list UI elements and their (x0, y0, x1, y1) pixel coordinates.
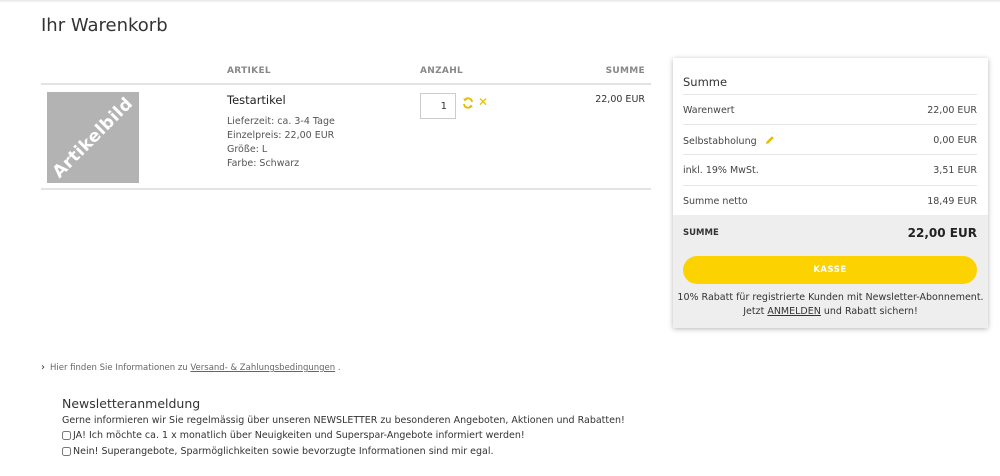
product-image-label: Artikelbild (48, 93, 138, 182)
column-header-article: ARTIKEL (227, 66, 271, 76)
summary-line-value: 22,00 EUR (927, 105, 977, 116)
checkout-button[interactable]: KASSE (683, 256, 977, 284)
newsletter-option-yes[interactable]: JA! Ich möchte ca. 1 x monatlich über Ne… (62, 430, 525, 441)
column-header-sum: SUMME (605, 66, 645, 76)
summary-line-net: Summe netto 18,49 EUR (683, 185, 977, 216)
summary-line-label: inkl. 19% MwSt. (683, 165, 759, 176)
newsletter-no-label: Nein! Superangebote, Sparmöglichkeiten s… (73, 446, 494, 457)
pencil-icon[interactable] (765, 135, 775, 145)
product-unit-price: Einzelpreis: 22,00 EUR (227, 130, 335, 141)
page-title: Ihr Warenkorb (41, 15, 168, 36)
quantity-input[interactable] (420, 93, 456, 119)
summary-line-label: Selbstabholung (683, 136, 757, 147)
info-prefix: Hier finden Sie Informationen zu (50, 363, 191, 373)
summary-line-value: 3,51 EUR (933, 165, 977, 176)
cart-item-row: Artikelbild Testartikel Lieferzeit: ca. … (41, 85, 651, 190)
shipping-info-line: › Hier finden Sie Informationen zu Versan… (41, 362, 341, 373)
product-color: Farbe: Schwarz (227, 158, 300, 169)
column-header-quantity: ANZAHL (420, 66, 464, 76)
summary-title: Summe (683, 75, 728, 89)
newsletter-yes-label: JA! Ich möchte ca. 1 x monatlich über Ne… (73, 430, 525, 441)
summary-line-value: 18,49 EUR (927, 196, 977, 207)
product-size: Größe: L (227, 144, 268, 155)
product-delivery-time: Lieferzeit: ca. 3-4 Tage (227, 116, 335, 127)
summary-line-label: Warenwert (683, 105, 735, 116)
newsletter-yes-checkbox[interactable] (62, 431, 71, 440)
product-name[interactable]: Testartikel (227, 93, 286, 107)
summary-line-shipping: Selbstabholung 0,00 EUR (683, 124, 977, 155)
shipping-terms-link[interactable]: Versand- & Zahlungsbedingungen (190, 363, 335, 373)
promo-prefix: Jetzt (743, 306, 768, 317)
login-link[interactable]: ANMELDEN (767, 306, 821, 317)
summary-line-goods-value: Warenwert 22,00 EUR (683, 94, 977, 125)
chevron-right-icon: › (41, 362, 45, 373)
summary-line-value: 0,00 EUR (933, 135, 977, 146)
product-details: Lieferzeit: ca. 3-4 Tage Einzelpreis: 22… (227, 115, 335, 171)
newsletter-title: Newsletteranmeldung (62, 396, 201, 411)
summary-line-vat: inkl. 19% MwSt. 3,51 EUR (683, 154, 977, 185)
close-icon[interactable]: ✕ (478, 96, 488, 108)
newsletter-no-checkbox[interactable] (62, 447, 71, 456)
info-suffix: . (335, 363, 341, 373)
order-summary-box: Summe Warenwert 22,00 EUR Selbstabholung… (673, 58, 988, 328)
newsletter-description: Gerne informieren wir Sie regelmässig üb… (62, 415, 625, 426)
summary-line-label: Summe netto (683, 196, 748, 207)
top-shadow-line (0, 0, 1000, 3)
product-image-placeholder[interactable]: Artikelbild (47, 92, 139, 183)
summary-total-box: SUMME 22,00 EUR KASSE 10% Rabatt für reg… (673, 215, 988, 328)
promo-suffix: und Rabatt sichern! (820, 306, 918, 317)
promo-text: 10% Rabatt für registrierte Kunden mit N… (673, 291, 988, 319)
newsletter-option-no[interactable]: Nein! Superangebote, Sparmöglichkeiten s… (62, 446, 494, 457)
cart-table-header: ARTIKEL ANZAHL SUMME (41, 58, 651, 85)
refresh-icon[interactable] (462, 97, 474, 109)
item-sum: 22,00 EUR (595, 94, 645, 105)
promo-line: 10% Rabatt für registrierte Kunden mit N… (677, 292, 984, 303)
total-value: 22,00 EUR (907, 226, 977, 240)
cart-table: ARTIKEL ANZAHL SUMME Artikelbild Testart… (41, 58, 651, 190)
total-label: SUMME (683, 228, 719, 238)
